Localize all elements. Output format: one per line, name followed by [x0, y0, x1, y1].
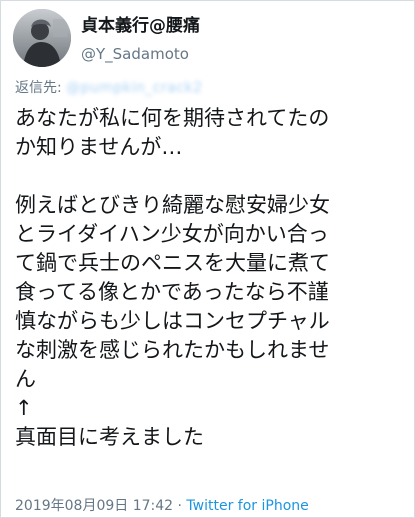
meta-separator: ·	[173, 498, 187, 514]
reply-prefix: 返信先:	[15, 80, 62, 96]
profile-photo-icon	[13, 9, 71, 67]
tweet-text-line: とライダイハン少女が向かい合っ	[15, 222, 329, 246]
tweet-text-line: あなたが私に何を期待されてたの	[15, 106, 330, 130]
tweet-text-line: ↑	[15, 396, 33, 420]
reply-target-link[interactable]: @pumpkin_crack2	[66, 79, 202, 97]
tweet-meta: 2019年08月09日 17:42 · Twitter for iPhone	[15, 496, 309, 516]
display-name[interactable]: 貞本義行@腰痛	[81, 15, 200, 37]
tweet-header: 貞本義行@腰痛 @Y_Sadamoto	[13, 9, 404, 67]
tweet-text-line: 慎ながらも少しはコンセプチャル	[15, 309, 330, 333]
tweet-text-line: ん	[15, 367, 36, 391]
user-name-block[interactable]: 貞本義行@腰痛 @Y_Sadamoto	[81, 15, 200, 64]
tweet-source-link[interactable]: Twitter for iPhone	[186, 498, 308, 514]
tweet-timestamp[interactable]: 2019年08月09日 17:42	[15, 498, 173, 514]
reply-context: 返信先: @pumpkin_crack2	[15, 79, 203, 97]
tweet-text-line: て鍋で兵士のペニスを大量に煮て	[15, 251, 330, 275]
avatar[interactable]	[13, 9, 71, 67]
tweet-text-line: か知りませんが…	[15, 135, 183, 159]
tweet-text: あなたが私に何を期待されてたの か知りませんが… 例えばとびきり綺麗な慰安婦少女 とラ…	[15, 104, 407, 452]
tweet-text-line: 真面目に考えました	[15, 425, 204, 449]
tweet-text-line: 食ってる像とかであったなら不謹	[15, 280, 329, 304]
tweet-text-line: 例えばとびきり綺麗な慰安婦少女	[15, 193, 330, 217]
tweet-text-line	[15, 162, 407, 191]
user-handle[interactable]: @Y_Sadamoto	[81, 44, 200, 64]
tweet-card: 貞本義行@腰痛 @Y_Sadamoto 返信先: @pumpkin_crack2…	[0, 0, 415, 518]
tweet-text-line: な刺激を感じられたかもしれませ	[15, 338, 330, 362]
